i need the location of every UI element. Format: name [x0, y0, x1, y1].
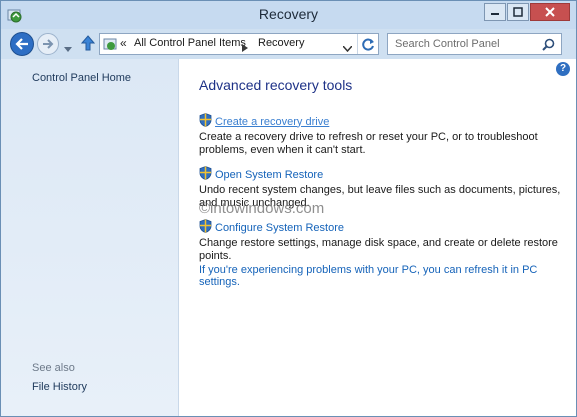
configure-system-restore-link[interactable]: Configure System Restore [199, 219, 574, 236]
recent-locations-button[interactable] [64, 40, 72, 58]
sidebar-item-file-history[interactable]: File History [32, 381, 87, 393]
breadcrumb-recovery[interactable]: Recovery [258, 37, 304, 49]
maximize-icon [513, 7, 523, 17]
help-icon[interactable]: ? [556, 62, 570, 76]
minimize-button[interactable] [484, 3, 506, 21]
create-recovery-drive-link[interactable]: Create a recovery drive [199, 113, 574, 130]
open-system-restore-link[interactable]: Open System Restore [199, 166, 574, 183]
back-button[interactable] [10, 32, 34, 56]
minimize-icon [491, 13, 499, 15]
address-dropdown-button[interactable] [342, 39, 353, 57]
recovery-option-create-drive: Create a recovery drive Create a recover… [199, 113, 574, 157]
search-input[interactable]: Search Control Panel [395, 38, 500, 50]
breadcrumb-all-control-panel-items[interactable]: All Control Panel Items [134, 37, 246, 49]
uac-shield-icon [199, 113, 212, 130]
main-content: ? Advanced recovery tools Create a recov… [179, 59, 576, 416]
close-icon [545, 7, 555, 17]
recovery-window: Recovery « All Control Panel Items Recov… [0, 0, 577, 417]
maximize-button[interactable] [507, 3, 529, 21]
refresh-icon [362, 38, 374, 50]
forward-button[interactable] [37, 33, 59, 55]
chevron-down-icon [64, 47, 72, 52]
open-system-restore-label[interactable]: Open System Restore [215, 169, 323, 181]
up-button[interactable] [80, 35, 96, 56]
address-bar[interactable]: « All Control Panel Items Recovery [99, 33, 379, 55]
control-panel-icon [103, 37, 117, 56]
sidebar-item-control-panel-home[interactable]: Control Panel Home [32, 72, 131, 84]
configure-system-restore-label[interactable]: Configure System Restore [215, 222, 344, 234]
breadcrumb-arrow-icon[interactable] [242, 39, 248, 57]
window-controls [483, 3, 570, 21]
search-box[interactable]: Search Control Panel [387, 33, 562, 55]
search-icon[interactable] [542, 38, 555, 56]
close-button[interactable] [530, 3, 570, 21]
configure-system-restore-description: Change restore settings, manage disk spa… [199, 237, 558, 262]
address-overflow-chevron[interactable]: « [120, 36, 127, 50]
refresh-pc-settings-link[interactable]: If you're experiencing problems with you… [199, 264, 576, 288]
forward-arrow-icon [43, 39, 54, 49]
uac-shield-icon [199, 219, 212, 236]
uac-shield-icon [199, 166, 212, 183]
create-recovery-drive-label[interactable]: Create a recovery drive [215, 116, 329, 128]
sidebar-see-also-heading: See also [32, 362, 75, 374]
chevron-down-icon [342, 45, 353, 53]
sidebar: Control Panel Home See also File History [1, 59, 179, 416]
create-recovery-drive-description: Create a recovery drive to refresh or re… [199, 131, 538, 156]
back-arrow-icon [15, 38, 28, 50]
up-arrow-icon [80, 35, 96, 51]
title-bar[interactable]: Recovery [1, 1, 576, 29]
recovery-option-configure-restore: Configure System Restore Change restore … [199, 219, 574, 263]
navigation-bar: « All Control Panel Items Recovery Searc… [1, 29, 576, 59]
refresh-button[interactable] [357, 34, 379, 54]
watermark: ©intowindows.com [199, 200, 325, 217]
page-title: Advanced recovery tools [199, 77, 353, 93]
